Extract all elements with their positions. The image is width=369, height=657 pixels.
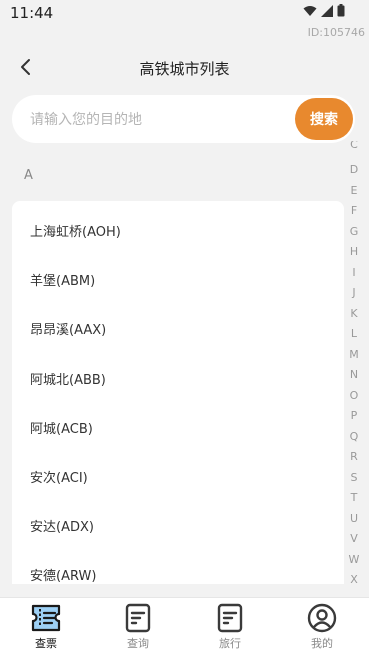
city-item[interactable]: 昂昂溪(AAX) — [30, 319, 106, 338]
index-letter[interactable]: K — [347, 307, 361, 320]
tab-check-ticket[interactable]: 查票 — [0, 598, 92, 657]
tab-label: 查询 — [127, 637, 149, 650]
tab-mine[interactable]: 我的 — [276, 598, 368, 657]
tab-label: 查票 — [35, 637, 57, 650]
signal-icon — [321, 4, 333, 17]
city-item[interactable]: 阿城(ACB) — [30, 418, 93, 437]
document-icon — [125, 603, 151, 633]
index-letter[interactable]: M — [347, 348, 361, 361]
index-letter[interactable]: V — [347, 532, 361, 545]
document-icon — [217, 603, 243, 633]
index-letter[interactable]: N — [347, 368, 361, 381]
index-letter[interactable]: U — [347, 512, 361, 525]
city-list: 上海虹桥(AOH) 羊堡(ABM) 昂昂溪(AAX) 阿城北(ABB) 阿城(A… — [12, 201, 344, 584]
battery-icon — [337, 4, 345, 17]
ticket-icon — [31, 604, 61, 632]
index-letter[interactable]: R — [347, 450, 361, 463]
index-letter[interactable]: Q — [347, 430, 361, 443]
index-letter[interactable]: F — [347, 204, 361, 217]
bottom-tab-bar: 查票 查询 旅行 我的 — [0, 597, 369, 657]
search-box: 搜索 — [12, 95, 355, 143]
city-item[interactable]: 安达(ADX) — [30, 516, 94, 535]
index-letter[interactable]: D — [347, 163, 361, 176]
search-input[interactable] — [28, 103, 292, 137]
city-item[interactable]: 安德(ARW) — [30, 565, 96, 584]
nav-bar: 高铁城市列表 — [0, 50, 369, 84]
search-button[interactable]: 搜索 — [295, 98, 353, 140]
index-letter[interactable]: O — [347, 389, 361, 402]
city-item[interactable]: 阿城北(ABB) — [30, 369, 106, 388]
index-letter[interactable]: J — [347, 286, 361, 299]
status-id: ID:105746 — [307, 26, 365, 39]
status-icons — [303, 4, 345, 17]
index-letter[interactable]: H — [347, 245, 361, 258]
city-item[interactable]: 羊堡(ABM) — [30, 270, 95, 289]
wifi-icon — [303, 5, 317, 16]
city-item[interactable]: 安次(ACI) — [30, 467, 88, 486]
index-letter[interactable]: S — [347, 471, 361, 484]
tab-label: 我的 — [311, 637, 333, 650]
city-item[interactable]: 上海虹桥(AOH) — [30, 221, 121, 240]
index-letter[interactable]: I — [347, 266, 361, 279]
index-letter[interactable]: E — [347, 184, 361, 197]
status-bar: 11:44 ID:105746 — [0, 0, 369, 39]
tab-travel[interactable]: 旅行 — [184, 598, 276, 657]
index-letter[interactable]: T — [347, 491, 361, 504]
index-letter[interactable]: G — [347, 225, 361, 238]
user-icon — [307, 603, 337, 633]
index-letter[interactable]: X — [347, 573, 361, 586]
index-letter[interactable]: W — [347, 553, 361, 566]
index-letter[interactable]: C — [347, 141, 361, 151]
page-title: 高铁城市列表 — [139, 60, 230, 78]
status-time: 11:44 — [10, 4, 54, 22]
index-letter[interactable]: P — [347, 409, 361, 422]
section-header: A — [24, 168, 33, 183]
tab-query[interactable]: 查询 — [92, 598, 184, 657]
index-letter[interactable]: L — [347, 327, 361, 340]
tab-label: 旅行 — [219, 637, 241, 650]
alphabet-index: C D E F G H I J K L M N O P Q R S T U V … — [347, 141, 361, 586]
